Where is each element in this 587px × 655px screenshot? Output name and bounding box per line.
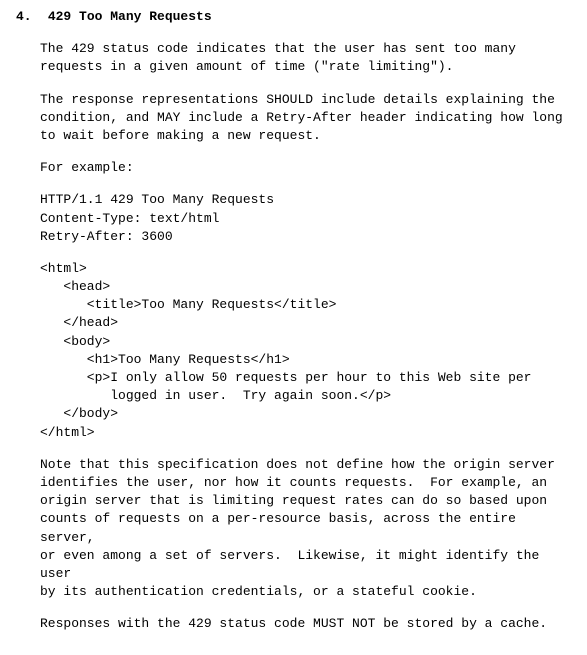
paragraph-2: The response representations SHOULD incl… — [40, 91, 571, 146]
paragraph-1: The 429 status code indicates that the u… — [40, 40, 571, 76]
section-number: 4. — [16, 8, 40, 26]
section-title: 429 Too Many Requests — [48, 9, 212, 24]
paragraph-4: Note that this specification does not de… — [40, 456, 571, 602]
section-heading: 4. 429 Too Many Requests — [16, 8, 571, 26]
http-response-body: <html> <head> <title>Too Many Requests</… — [40, 260, 571, 442]
http-response-headers: HTTP/1.1 429 Too Many Requests Content-T… — [40, 191, 571, 246]
paragraph-5: Responses with the 429 status code MUST … — [40, 615, 571, 633]
paragraph-3: For example: — [40, 159, 571, 177]
